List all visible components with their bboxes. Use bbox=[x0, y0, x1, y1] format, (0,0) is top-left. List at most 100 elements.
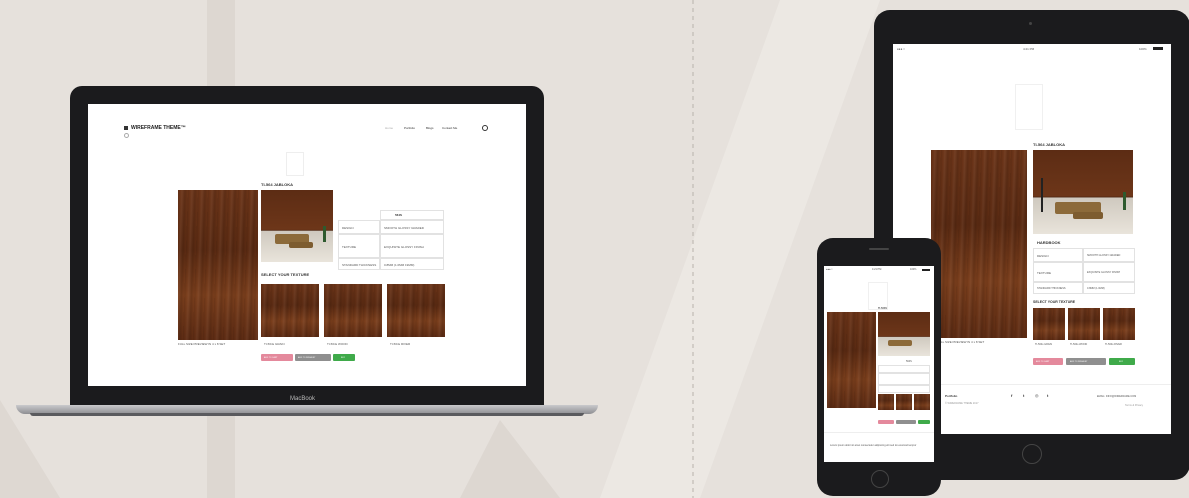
spec-row bbox=[878, 385, 930, 393]
texture-swatch[interactable] bbox=[1033, 308, 1065, 340]
spec-row: EXQUISITE GLOSSY FINISH bbox=[1083, 262, 1135, 282]
spec-row: STANDARD THICKNESS bbox=[338, 258, 380, 270]
tablet-status-left: ●●● ▿ bbox=[897, 47, 905, 51]
laptop-base-shadow bbox=[30, 413, 584, 416]
product-title: TI-564 JABLOKA bbox=[1033, 142, 1066, 147]
instagram-icon[interactable]: ◎ bbox=[1035, 393, 1039, 398]
nav-contact[interactable]: Contact Me bbox=[442, 126, 457, 130]
hero-placeholder bbox=[1015, 84, 1043, 130]
texture-label[interactable]: TI-564s WOOD bbox=[1070, 343, 1087, 347]
texture-label[interactable]: TI-564s WOOD bbox=[327, 342, 348, 346]
spec-row: DESIGN bbox=[1033, 248, 1083, 262]
add-to-wishlist-button[interactable]: ADD TO WISHLIST bbox=[1066, 358, 1106, 365]
tablet-status-right: 100% bbox=[1139, 47, 1147, 51]
texture-swatch[interactable] bbox=[878, 394, 894, 410]
texture-swatch[interactable] bbox=[914, 394, 930, 410]
tablet-home-button[interactable] bbox=[1022, 444, 1042, 464]
tumblr-icon[interactable]: t bbox=[1047, 393, 1048, 398]
header-sub-icon bbox=[124, 133, 129, 138]
product-caption: FULL SIZE PREVIEW IN 4 x 8 SET bbox=[937, 340, 985, 344]
buy-button[interactable] bbox=[918, 420, 930, 424]
texture-label[interactable]: TI-564s GRAIN bbox=[1035, 343, 1052, 347]
spec-label: DESIGN bbox=[342, 226, 354, 230]
battery-icon bbox=[922, 269, 930, 271]
add-to-wishlist-button[interactable] bbox=[896, 420, 916, 424]
add-to-cart-label: ADD TO CART bbox=[1036, 361, 1050, 363]
footer-terms[interactable]: Terms & Privacy bbox=[1125, 404, 1143, 408]
buy-label: BUY bbox=[1119, 361, 1124, 363]
nav-home[interactable]: Home bbox=[385, 126, 393, 130]
texture-label[interactable]: TI-564s RIVER bbox=[390, 342, 410, 346]
add-to-wishlist-label: ADD TO WISHLIST bbox=[1070, 361, 1088, 363]
product-main-image bbox=[931, 150, 1027, 338]
texture-swatch[interactable] bbox=[261, 284, 319, 337]
footer-brand[interactable]: Portfolio bbox=[945, 394, 957, 398]
product-main-image bbox=[178, 190, 258, 340]
phone-speaker bbox=[869, 248, 889, 250]
nav-blogs[interactable]: Blogs bbox=[426, 126, 434, 130]
add-to-cart-button[interactable] bbox=[878, 420, 894, 424]
spec-row: DESIGN bbox=[338, 220, 380, 234]
spec-label: STANDARD THICKNESS bbox=[1037, 287, 1066, 290]
texture-swatch[interactable] bbox=[1103, 308, 1135, 340]
spec-header: HARDBOOK bbox=[1037, 240, 1061, 245]
spec-header: 564S bbox=[906, 360, 912, 363]
texture-section-title: SELECT YOUR TEXTURE bbox=[261, 272, 310, 277]
add-to-cart-button[interactable]: ADD TO CART bbox=[1033, 358, 1063, 365]
spec-row: 0.8MM (1.0MM 19MM) bbox=[380, 258, 444, 270]
laptop-screen: WIREFRAME THEME™ Home Portfolio Blogs Co… bbox=[88, 104, 526, 386]
spec-value: SMOOTH GLOSSY GRADED bbox=[384, 226, 424, 230]
spec-header: 564S bbox=[395, 213, 403, 217]
phone-bottom-text: Lorem ipsum dolor sit amet consectetur a… bbox=[830, 444, 917, 447]
product-main-image bbox=[827, 312, 876, 408]
spec-row: SMOOTH GLOSSY GRADED bbox=[380, 220, 444, 234]
add-to-cart-button[interactable]: ADD TO CART bbox=[261, 354, 293, 361]
facebook-icon[interactable]: f bbox=[1011, 393, 1012, 398]
texture-swatch[interactable] bbox=[896, 394, 912, 410]
hero-placeholder bbox=[868, 282, 888, 310]
texture-swatch[interactable] bbox=[324, 284, 382, 337]
spec-row bbox=[878, 365, 930, 373]
spec-row: SMOOTH GLOSSY GRADED bbox=[1083, 248, 1135, 262]
spec-row: 0.8MM (1.0MM) bbox=[1083, 282, 1135, 294]
site-logo-text[interactable]: WIREFRAME THEME™ bbox=[131, 125, 186, 131]
phone-status-right: 100% bbox=[910, 268, 917, 271]
add-to-wishlist-label: ADD TO WISHLIST bbox=[298, 357, 316, 359]
texture-swatch[interactable] bbox=[1068, 308, 1100, 340]
spec-header-cell: 564S bbox=[380, 210, 444, 220]
phone-home-button[interactable] bbox=[871, 470, 889, 488]
battery-icon bbox=[1153, 47, 1163, 50]
texture-label[interactable]: TI-564s RIVER bbox=[1105, 343, 1122, 347]
product-title: TI-564S bbox=[878, 307, 887, 310]
room-preview-image bbox=[878, 312, 930, 356]
twitter-icon[interactable]: t bbox=[1023, 393, 1024, 398]
phone-device: ●●● ▿ 4:21 PM 100% TI-564S 564S Lorem ip… bbox=[817, 238, 941, 496]
spec-value: EXQUISITE GLOSSY FINISH bbox=[1087, 271, 1121, 274]
texture-label[interactable]: TI-564s GRAIN bbox=[264, 342, 285, 346]
nav-portfolio[interactable]: Portfolio bbox=[404, 126, 415, 130]
footer-copyright: © WIREFRAME THEME 2017 bbox=[945, 402, 979, 405]
laptop-brand: MacBook bbox=[290, 396, 316, 402]
footer-email[interactable]: EMAIL: INFO@WIREFRAME.COM bbox=[1097, 395, 1136, 399]
buy-label: BUY bbox=[341, 357, 346, 359]
buy-button[interactable]: BUY bbox=[1109, 358, 1135, 365]
product-caption: FULL SIZE PREVIEW IN 4 x 8 SET bbox=[178, 342, 226, 346]
tablet-status-time: 4:21 PM bbox=[1023, 47, 1035, 51]
search-icon[interactable] bbox=[482, 125, 488, 131]
hero-placeholder bbox=[286, 152, 304, 176]
spec-row: EXQUISITE GLOSSY FINISH bbox=[380, 234, 444, 258]
add-to-wishlist-button[interactable]: ADD TO WISHLIST bbox=[295, 354, 331, 361]
phone-status-left: ●●● ▿ bbox=[826, 268, 833, 271]
buy-button[interactable]: BUY bbox=[333, 354, 355, 361]
room-preview-image bbox=[261, 190, 333, 262]
spec-label: STANDARD THICKNESS bbox=[342, 263, 377, 267]
product-title: TI-564 JABLOKA bbox=[261, 182, 294, 187]
spec-label: TEXTURE bbox=[1037, 271, 1052, 275]
spec-row bbox=[878, 373, 930, 385]
phone-screen: ●●● ▿ 4:21 PM 100% TI-564S 564S Lorem ip… bbox=[824, 266, 934, 462]
spec-value: SMOOTH GLOSSY GRADED bbox=[1087, 254, 1121, 257]
texture-swatch[interactable] bbox=[387, 284, 445, 337]
texture-section-title: SELECT YOUR TEXTURE bbox=[1033, 300, 1076, 304]
spec-label: TEXTURE bbox=[342, 245, 357, 249]
laptop-device: WIREFRAME THEME™ Home Portfolio Blogs Co… bbox=[70, 86, 544, 406]
